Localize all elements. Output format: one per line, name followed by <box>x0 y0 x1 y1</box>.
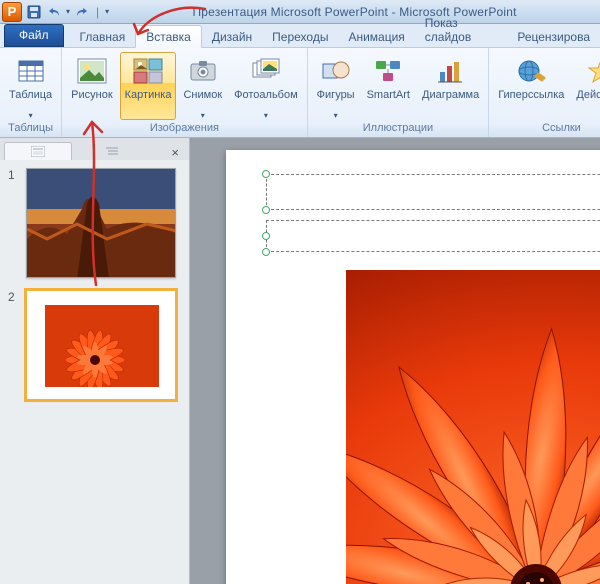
group-label-images: Изображения <box>66 120 303 137</box>
work-area: × 1 2 <box>0 138 600 584</box>
thumbnails: 1 2 <box>0 160 189 420</box>
tab-insert[interactable]: Вставка <box>135 25 202 48</box>
window-title: Презентация Microsoft PowerPoint - Micro… <box>109 5 600 19</box>
desert-image-icon <box>27 169 176 278</box>
undo-icon[interactable] <box>46 4 62 20</box>
screenshot-button[interactable]: Снимок ▾ <box>178 52 227 120</box>
group-label-links: Ссылки <box>493 120 600 137</box>
shapes-button[interactable]: Фигуры ▾ <box>312 52 360 120</box>
panel-tab-outline[interactable] <box>78 142 146 160</box>
picture-icon <box>76 55 108 87</box>
group-links: Гиперссылка Действие Ссылки <box>489 48 600 137</box>
undo-dropdown-icon[interactable]: ▾ <box>66 9 70 15</box>
resize-handle-icon[interactable] <box>262 206 270 214</box>
screenshot-icon <box>187 55 219 87</box>
tab-file[interactable]: Файл <box>4 24 64 47</box>
picture-button[interactable]: Рисунок <box>66 52 118 120</box>
ribbon-tabs: Файл Главная Вставка Дизайн Переходы Ани… <box>0 24 600 48</box>
tab-animation[interactable]: Анимация <box>338 26 414 47</box>
titlebar: P ▾ | ▾ Презентация Microsoft PowerPoint… <box>0 0 600 24</box>
chart-button[interactable]: Диаграмма <box>417 52 484 120</box>
resize-handle-icon[interactable] <box>262 170 270 178</box>
shapes-icon <box>320 55 352 87</box>
slide-number: 2 <box>8 290 20 400</box>
slides-thumb-icon <box>31 146 45 157</box>
slide-thumbnail-2[interactable] <box>26 290 176 400</box>
group-images: Рисунок Картинка Снимок ▾ Фотоальбом <box>62 48 308 137</box>
action-icon <box>585 55 600 87</box>
group-illustrations: Фигуры ▾ SmartArt Диаграмма Иллюстрации <box>308 48 490 137</box>
photoalbum-button[interactable]: Фотоальбом ▾ <box>229 52 303 120</box>
screenshot-dropdown-icon: ▾ <box>201 113 205 119</box>
clipart-icon <box>132 55 164 87</box>
outline-icon <box>105 146 119 157</box>
panel-close-button[interactable]: × <box>165 145 185 160</box>
quick-access-toolbar: ▾ | ▾ <box>26 4 109 20</box>
tab-review[interactable]: Рецензирова <box>507 26 600 47</box>
smartart-button[interactable]: SmartArt <box>362 52 415 120</box>
group-label-illustrations: Иллюстрации <box>312 120 485 137</box>
tab-transitions[interactable]: Переходы <box>262 26 338 47</box>
app-letter: P <box>8 4 17 19</box>
photoalbum-dropdown-icon: ▾ <box>264 113 268 119</box>
thumb-row-1: 1 <box>8 168 181 278</box>
shapes-dropdown-icon: ▾ <box>334 113 338 119</box>
table-dropdown-icon: ▾ <box>29 113 33 119</box>
tab-slideshow[interactable]: Показ слайдов <box>415 12 508 47</box>
slides-panel: × 1 2 <box>0 138 190 584</box>
qat-separator: | <box>96 5 99 19</box>
slide-number: 1 <box>8 168 20 278</box>
hyperlink-icon <box>515 55 547 87</box>
chart-icon <box>435 55 467 87</box>
slide-image[interactable] <box>346 270 600 584</box>
panel-tabs: × <box>0 138 189 160</box>
hyperlink-button[interactable]: Гиперссылка <box>493 52 569 114</box>
photoalbum-icon <box>250 55 282 87</box>
thumb-row-2: 2 <box>8 290 181 400</box>
subtitle-placeholder[interactable] <box>266 220 600 252</box>
panel-tab-slides[interactable] <box>4 142 72 160</box>
table-button[interactable]: Таблица ▾ <box>4 52 57 120</box>
app-menu-button[interactable]: P <box>2 2 22 22</box>
table-icon <box>15 55 47 87</box>
clipart-button[interactable]: Картинка <box>120 52 177 120</box>
tab-home[interactable]: Главная <box>70 26 136 47</box>
flower-large-icon <box>346 270 600 584</box>
redo-icon[interactable] <box>74 4 90 20</box>
flower-image-icon <box>45 305 159 387</box>
save-icon[interactable] <box>26 4 42 20</box>
slide-canvas[interactable] <box>190 138 600 584</box>
resize-handle-icon[interactable] <box>262 232 270 240</box>
action-button[interactable]: Действие <box>571 52 600 114</box>
slide[interactable] <box>226 150 600 584</box>
title-placeholder[interactable] <box>266 174 600 210</box>
slide-thumbnail-1[interactable] <box>26 168 176 278</box>
resize-handle-icon[interactable] <box>262 248 270 256</box>
tab-design[interactable]: Дизайн <box>202 26 262 47</box>
smartart-icon <box>372 55 404 87</box>
group-tables: Таблица ▾ Таблицы <box>0 48 62 137</box>
ribbon: Таблица ▾ Таблицы Рисунок Картинка <box>0 48 600 138</box>
group-label-tables: Таблицы <box>4 120 57 137</box>
